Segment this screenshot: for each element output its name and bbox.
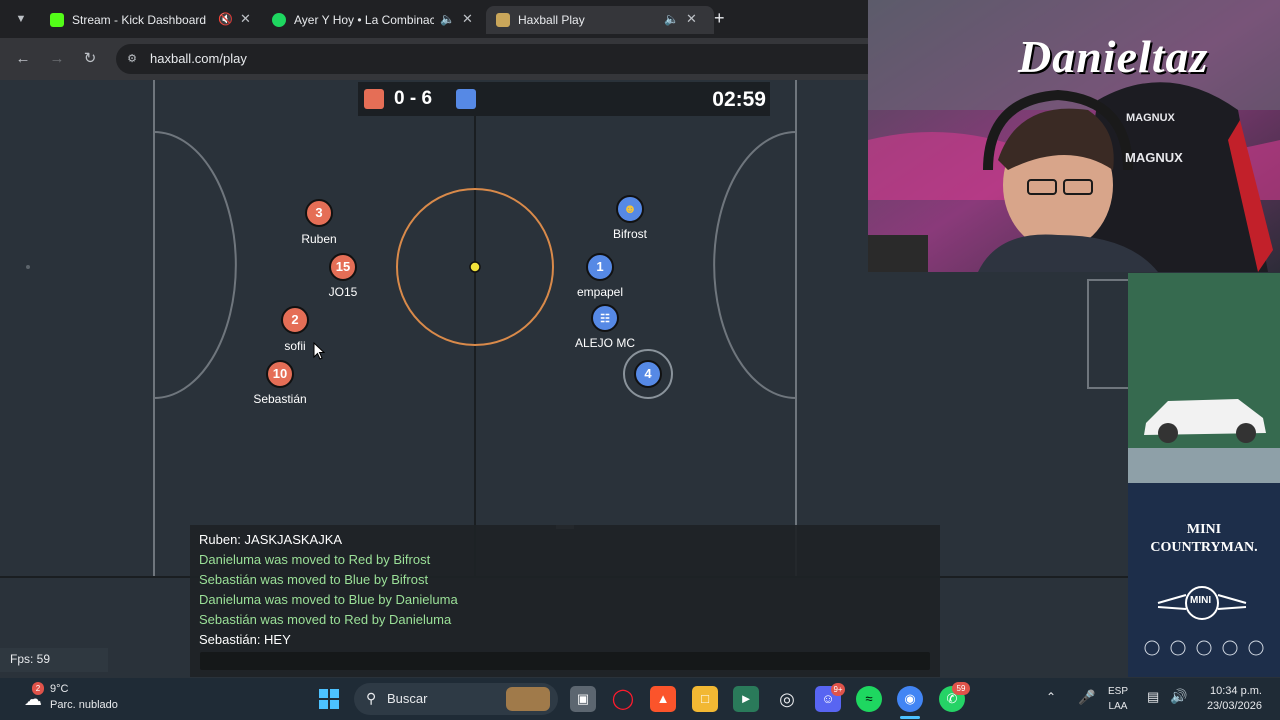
tab-title: Stream - Kick Dashboard	[72, 13, 207, 27]
player-disc: 3	[305, 199, 333, 227]
active-app-indicator	[900, 716, 920, 719]
chair-brand-text: MAGNUX	[1126, 112, 1175, 124]
spotify-icon[interactable]: ≈	[856, 686, 882, 712]
ad-title-line: COUNTRYMAN.	[1150, 540, 1258, 555]
language-code: ESP	[1108, 686, 1129, 697]
back-arrow-icon[interactable]: ←	[13, 49, 33, 69]
clock-time: 10:34 p.m.	[1210, 685, 1262, 697]
chat-message: Sebastián: HEY	[199, 632, 291, 647]
close-tab-icon[interactable]: ✕	[462, 11, 473, 27]
speaker-icon[interactable]: 🔈	[440, 12, 455, 26]
search-highlight-image	[506, 687, 550, 711]
chat-message: Sebastián was moved to Blue by Bifrost	[199, 572, 429, 587]
forward-arrow-icon[interactable]: →	[47, 49, 67, 69]
player-name: ALEJO MC	[574, 336, 635, 350]
chrome-icon[interactable]: ◉	[897, 686, 923, 712]
player-disc-controlled: 4	[634, 360, 662, 388]
player-disc: 2	[281, 306, 309, 334]
ad-logo: MINI	[1190, 595, 1212, 606]
fps-counter: Fps: 59	[0, 648, 108, 672]
weather-badge: 2	[32, 682, 44, 695]
chair-brand-text: MAGNUX	[1125, 150, 1183, 165]
close-tab-icon[interactable]: ✕	[240, 11, 251, 27]
whatsapp-badge: 59	[952, 682, 970, 695]
kick-icon	[50, 13, 64, 27]
ad-image	[1128, 273, 1280, 677]
tab-title: Haxball Play	[518, 13, 585, 27]
volume-icon[interactable]: 🔊	[1170, 688, 1187, 705]
tab-title: Ayer Y Hoy • La Combinación	[294, 13, 434, 27]
screen: ▼ Stream - Kick Dashboard 🔇 ✕ Ayer Y Hoy…	[0, 0, 1280, 720]
keyboard-layout: LAA	[1108, 701, 1128, 712]
red-team-swatch	[364, 89, 384, 109]
weather-description[interactable]: Parc. nublado	[50, 699, 118, 711]
match-timer: 02:59	[712, 88, 766, 111]
webcam-overlay: Danieltaz MAGNUX MAGNUX	[868, 0, 1280, 272]
site-settings-icon[interactable]: ⚙	[124, 51, 140, 67]
tab-spotify[interactable]: Ayer Y Hoy • La Combinación 🔈 ✕	[262, 6, 490, 34]
chat-message: Ruben: JASKJASKAJKA	[199, 532, 343, 547]
app-icon[interactable]: ►	[733, 686, 759, 712]
player-name: sofii	[284, 339, 306, 353]
haxball-icon	[496, 13, 510, 27]
close-tab-icon[interactable]: ✕	[686, 11, 697, 27]
player-disc: ☷	[591, 304, 619, 332]
url-text: haxball.com/play	[150, 51, 247, 66]
robot-icon: ☷	[600, 313, 610, 325]
player-name: JO15	[328, 285, 358, 299]
clock-date: 23/03/2026	[1206, 700, 1262, 712]
tab-kick-dashboard[interactable]: Stream - Kick Dashboard 🔇 ✕	[40, 6, 268, 34]
tab-haxball-play[interactable]: Haxball Play 🔈 ✕	[486, 6, 714, 34]
muted-speaker-icon[interactable]: 🔇	[218, 12, 233, 26]
player-disc: 1	[586, 253, 614, 281]
search-placeholder: Buscar	[387, 691, 428, 706]
taskbar-search[interactable]: ⚲ Buscar	[354, 683, 558, 715]
weather-temperature[interactable]: 9°C	[50, 683, 68, 695]
player-name: Sebastián	[253, 392, 307, 406]
search-icon: ⚲	[366, 690, 377, 706]
chat-message: Danieluma was moved to Red by Bifrost	[199, 552, 431, 567]
chat-panel: Ruben: JASKJASKAJKA Danieluma was moved …	[190, 525, 940, 677]
chat-input[interactable]	[200, 652, 930, 670]
emoji-face-icon: ☻	[623, 201, 637, 216]
discord-badge: 9+	[831, 683, 845, 696]
file-explorer-icon[interactable]: □	[692, 686, 718, 712]
microphone-icon[interactable]: 🎤	[1078, 689, 1095, 706]
chat-message: Sebastián was moved to Red by Danieluma	[199, 612, 452, 627]
windows-taskbar: ☁ 2 9°C Parc. nublado ⚲ Buscar ▣ ◯ ▲ □ ►…	[0, 678, 1280, 720]
player-name: Ruben	[301, 232, 337, 246]
tab-search-button[interactable]: ▼	[10, 9, 32, 29]
system-clock[interactable]: 10:34 p.m. 23/03/2026	[1204, 684, 1262, 714]
advertisement[interactable]: MINI COUNTRYMAN. MINI	[1128, 273, 1280, 677]
ad-title-line: MINI	[1186, 522, 1222, 537]
graffiti-text: Danieltaz	[1018, 31, 1209, 82]
blue-team-swatch	[456, 89, 476, 109]
player-disc: 15	[329, 253, 357, 281]
player-name: empapel	[576, 285, 624, 299]
score: 0 - 6	[394, 88, 433, 109]
windows-start-icon[interactable]	[316, 686, 342, 712]
brave-icon[interactable]: ▲	[650, 686, 676, 712]
player-disc: 10	[266, 360, 294, 388]
new-tab-button[interactable]: +	[714, 8, 725, 29]
speaker-icon[interactable]: 🔈	[664, 12, 679, 26]
spotify-icon	[272, 13, 286, 27]
obs-icon[interactable]: ◎	[774, 686, 800, 712]
ad-title: MINI COUNTRYMAN.	[1128, 521, 1280, 557]
input-language[interactable]: ESP LAA	[1108, 684, 1128, 714]
reload-icon[interactable]: ↻	[80, 49, 100, 69]
chevron-up-icon[interactable]: ⌃	[1046, 690, 1056, 704]
task-view-icon[interactable]: ▣	[570, 686, 596, 712]
player-name: Bifrost	[612, 227, 647, 241]
network-icon[interactable]: ▤	[1147, 689, 1159, 705]
opera-icon[interactable]: ◯	[610, 686, 636, 712]
player-disc: ☻	[616, 195, 644, 223]
mouse-cursor-icon	[313, 342, 325, 360]
chat-message: Danieluma was moved to Blue by Danieluma	[199, 592, 458, 607]
scoreboard: 0 - 6 02:59	[358, 82, 770, 116]
